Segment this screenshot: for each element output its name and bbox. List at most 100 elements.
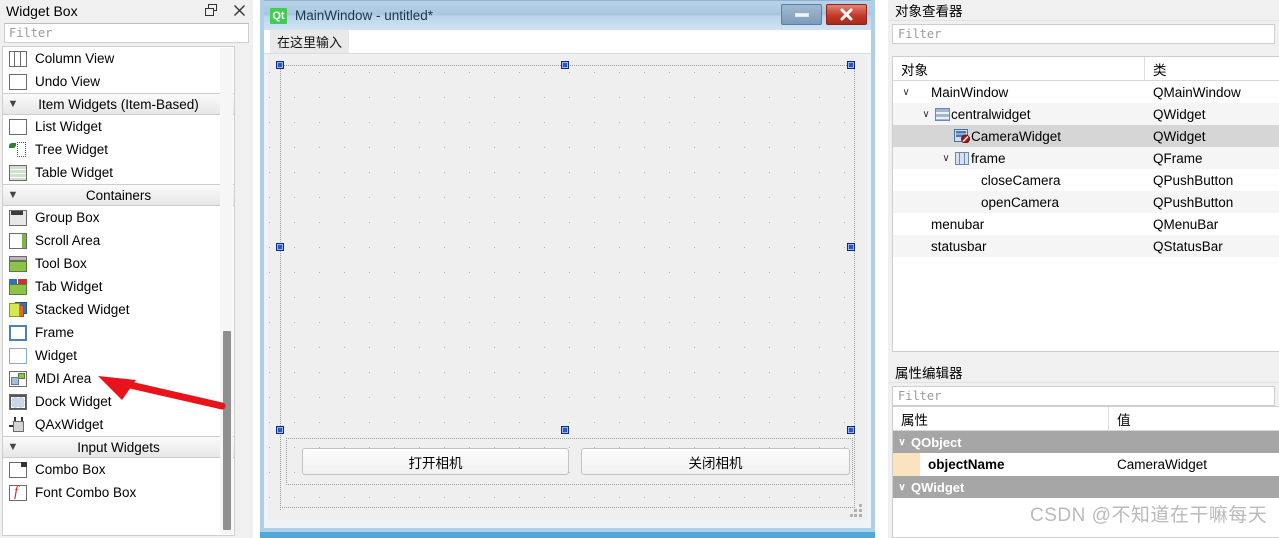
table-row[interactable]: CameraWidget QWidget bbox=[893, 125, 1279, 147]
object-name: closeCamera bbox=[981, 172, 1061, 188]
selection-handle-top-center[interactable] bbox=[561, 61, 569, 69]
object-cell: ∨ centralwidget bbox=[893, 107, 1145, 122]
selection-handle-top-left[interactable] bbox=[276, 61, 284, 69]
column-header-property[interactable]: 属性 bbox=[893, 407, 1109, 430]
object-cell: CameraWidget bbox=[893, 129, 1145, 144]
menubar-placeholder[interactable]: 在这里输入 bbox=[270, 30, 350, 53]
table-row[interactable]: menubar QMenuBar bbox=[893, 213, 1279, 235]
minimize-button[interactable] bbox=[781, 4, 822, 25]
widget-item-undo-view[interactable]: Undo View bbox=[3, 70, 234, 93]
widget-item-label: Scroll Area bbox=[35, 233, 101, 248]
widget-item-label: Group Box bbox=[35, 210, 100, 225]
widget-item-column-view[interactable]: Column View bbox=[3, 47, 234, 70]
object-cell: statusbar bbox=[893, 239, 1145, 254]
widget-group-containers[interactable]: ▼ Containers bbox=[3, 184, 234, 206]
widget-item-tab-widget[interactable]: Tab Widget bbox=[3, 275, 234, 298]
main-window-title: MainWindow - untitled* bbox=[295, 8, 434, 23]
widget-item-stacked-widget[interactable]: Stacked Widget bbox=[3, 298, 234, 321]
table-row[interactable]: openCamera QPushButton bbox=[893, 191, 1279, 213]
widget-item-list-widget[interactable]: List Widget bbox=[3, 115, 234, 138]
group-box-icon bbox=[7, 209, 29, 227]
object-cell: ∨ frame bbox=[893, 151, 1145, 166]
object-name: centralwidget bbox=[951, 106, 1031, 122]
selection-handle-middle-left[interactable] bbox=[276, 243, 284, 251]
close-camera-button[interactable]: 关闭相机 bbox=[581, 448, 850, 475]
selection-handle-bottom-center[interactable] bbox=[561, 426, 569, 434]
tool-box-icon bbox=[7, 255, 29, 273]
property-group-qobject[interactable]: ∨ QObject bbox=[893, 431, 1279, 453]
selection-handle-bottom-right[interactable] bbox=[847, 426, 855, 434]
column-header-object[interactable]: 对象 bbox=[893, 57, 1145, 80]
property-editor-title: 属性编辑器 bbox=[895, 366, 963, 381]
selection-handle-middle-right[interactable] bbox=[847, 243, 855, 251]
widget-box-header: Widget Box bbox=[0, 0, 253, 22]
object-name: openCamera bbox=[981, 194, 1060, 210]
widget-box-scrollbar[interactable] bbox=[220, 48, 233, 534]
object-cell: closeCamera bbox=[893, 173, 1145, 188]
widget-item-group-box[interactable]: Group Box bbox=[3, 206, 234, 229]
column-header-value[interactable]: 值 bbox=[1109, 407, 1279, 430]
form-canvas[interactable]: 打开相机 关闭相机 bbox=[268, 55, 867, 520]
column-header-class[interactable]: 类 bbox=[1145, 57, 1279, 80]
widget-item-table-widget[interactable]: Table Widget bbox=[3, 161, 234, 184]
property-editor-filter-input[interactable]: Filter bbox=[892, 386, 1275, 406]
close-icon[interactable] bbox=[229, 1, 249, 20]
widget-item-dock-widget[interactable]: Dock Widget bbox=[3, 390, 234, 413]
object-inspector-filter-input[interactable]: Filter bbox=[892, 24, 1275, 44]
widget-item-label: Tree Widget bbox=[35, 142, 109, 157]
widget-box-filter-input[interactable]: Filter bbox=[4, 23, 249, 43]
main-window-titlebar[interactable]: Qt MainWindow - untitled* bbox=[264, 0, 871, 30]
resize-grip[interactable] bbox=[850, 504, 863, 517]
chevron-down-icon[interactable]: ∨ bbox=[939, 153, 953, 164]
property-value[interactable]: CameraWidget bbox=[1109, 457, 1279, 472]
class-name: QFrame bbox=[1153, 150, 1203, 166]
table-row[interactable]: closeCamera QPushButton bbox=[893, 169, 1279, 191]
widget-group-label: Input Widgets bbox=[77, 439, 160, 455]
table-row[interactable]: ∨ centralwidget QWidget bbox=[893, 103, 1279, 125]
widget-item-label: QAxWidget bbox=[35, 417, 104, 432]
promoted-widget-icon bbox=[953, 129, 971, 143]
property-group-label: QObject bbox=[911, 434, 962, 450]
widget-item-tree-widget[interactable]: Tree Widget bbox=[3, 138, 234, 161]
widget-item-frame[interactable]: Frame bbox=[3, 321, 234, 344]
widget-group-input-widgets[interactable]: ▼ Input Widgets bbox=[3, 436, 234, 458]
class-name: QStatusBar bbox=[1153, 238, 1223, 254]
qt-logo-icon: Qt bbox=[270, 7, 287, 24]
object-inspector-table: 对象 类 ∨ MainWindow QMainWindow ∨ centralw… bbox=[892, 56, 1279, 352]
widget-item-widget[interactable]: Widget bbox=[3, 344, 234, 367]
frame-container[interactable]: 打开相机 关闭相机 bbox=[286, 438, 853, 485]
widget-icon bbox=[933, 107, 951, 121]
selection-handle-top-right[interactable] bbox=[847, 61, 855, 69]
scroll-area-icon bbox=[7, 232, 29, 250]
property-group-qwidget[interactable]: ∨ QWidget bbox=[893, 476, 1279, 498]
object-inspector-filter-placeholder: Filter bbox=[898, 27, 942, 41]
widget-group-item-widgets[interactable]: ▼ Item Widgets (Item-Based) bbox=[3, 93, 234, 115]
widget-item-qax-widget[interactable]: QAxWidget bbox=[3, 413, 234, 436]
chevron-down-icon[interactable]: ∨ bbox=[919, 109, 933, 120]
widget-item-label: Stacked Widget bbox=[35, 302, 130, 317]
property-editor-table: 属性 值 ∨ QObject objectName CameraWidget ∨… bbox=[892, 406, 1279, 538]
chevron-down-icon[interactable]: ∨ bbox=[899, 87, 913, 98]
table-row[interactable]: statusbar QStatusBar bbox=[893, 235, 1279, 257]
property-row-objectname[interactable]: objectName CameraWidget bbox=[893, 453, 1279, 476]
object-name: MainWindow bbox=[931, 84, 1009, 100]
menubar[interactable]: 在这里输入 bbox=[264, 30, 871, 54]
widget-item-label: MDI Area bbox=[35, 371, 92, 386]
table-widget-icon bbox=[7, 164, 29, 182]
selection-handle-bottom-left[interactable] bbox=[276, 426, 284, 434]
right-panel: 对象查看器 Filter 对象 类 ∨ MainWindow QMainWind… bbox=[888, 0, 1279, 538]
widget-item-font-combo-box[interactable]: f Font Combo Box bbox=[3, 481, 234, 504]
qt-designer-window: Widget Box Filter Column View Undo View … bbox=[0, 0, 1279, 538]
widget-item-scroll-area[interactable]: Scroll Area bbox=[3, 229, 234, 252]
table-row[interactable]: ∨ frame QFrame bbox=[893, 147, 1279, 169]
widget-item-label: Combo Box bbox=[35, 462, 106, 477]
open-camera-button[interactable]: 打开相机 bbox=[302, 448, 569, 475]
close-button[interactable] bbox=[826, 4, 867, 25]
widget-item-mdi-area[interactable]: MDI Area bbox=[3, 367, 234, 390]
widget-item-tool-box[interactable]: Tool Box bbox=[3, 252, 234, 275]
scrollbar-thumb[interactable] bbox=[223, 331, 231, 530]
table-row[interactable]: ∨ MainWindow QMainWindow bbox=[893, 81, 1279, 103]
widget-item-combo-box[interactable]: Combo Box bbox=[3, 458, 234, 481]
class-name: QPushButton bbox=[1153, 172, 1234, 188]
float-icon[interactable] bbox=[201, 1, 221, 20]
